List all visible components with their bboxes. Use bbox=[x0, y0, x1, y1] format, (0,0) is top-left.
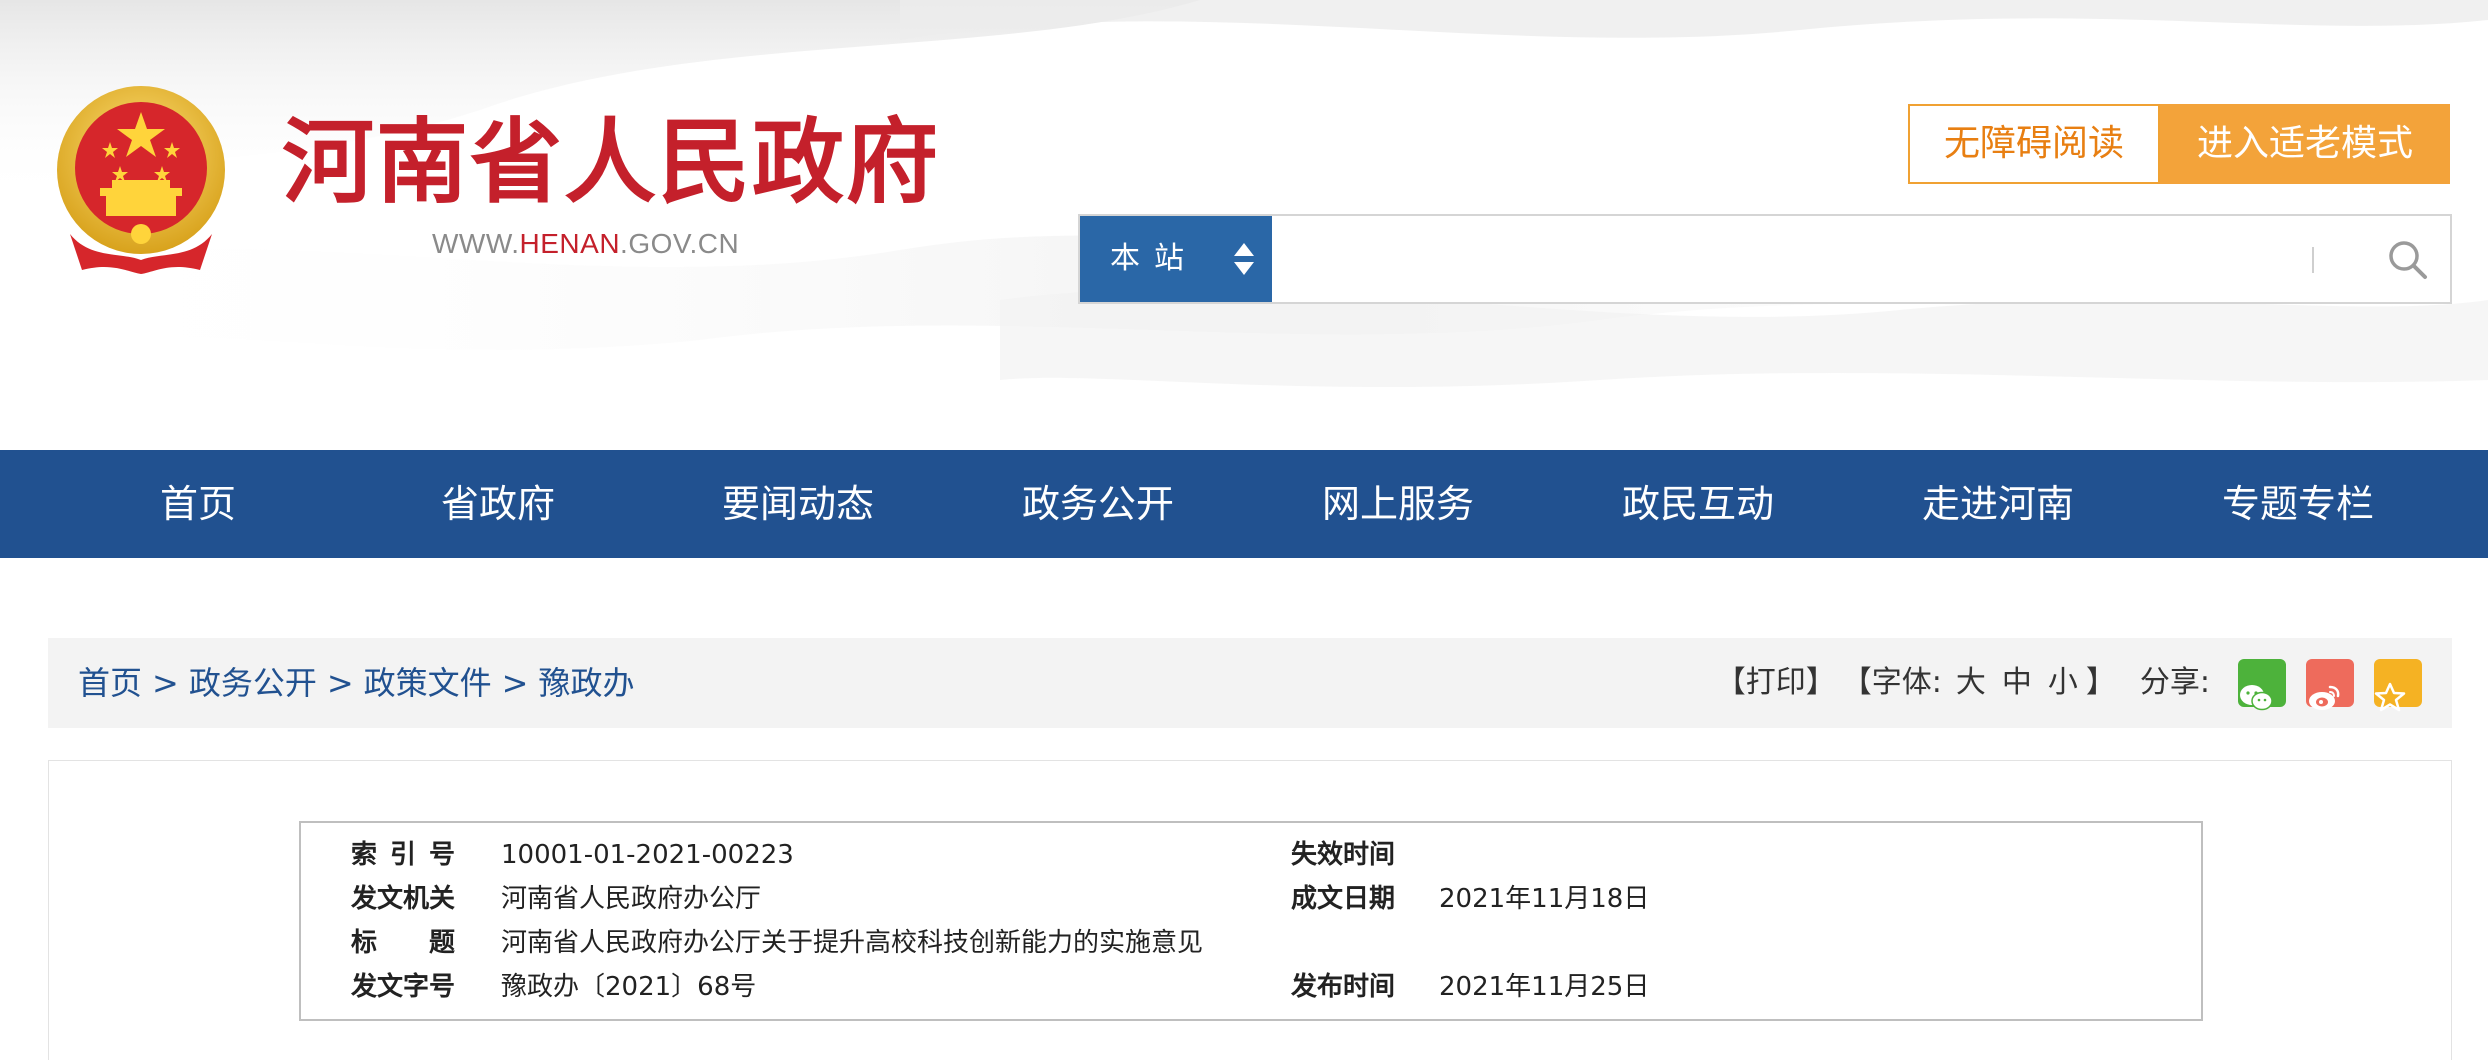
nav-item-special-topics[interactable]: 专题专栏 bbox=[2148, 450, 2448, 558]
document-info-table: 索引号 10001-01-2021-00223 失效时间 发文机关 河南省人民政… bbox=[299, 821, 2203, 1021]
print-link[interactable]: 【打印】 bbox=[1716, 638, 1836, 728]
nav-item-provincial-government[interactable]: 省政府 bbox=[348, 450, 648, 558]
site-url-prefix: WWW. bbox=[432, 228, 520, 259]
site-url: WWW.HENAN.GOV.CN bbox=[432, 228, 739, 260]
breadcrumb-bar: 首页 > 政务公开 > 政策文件 > 豫政办 【打印】 【字体: 大 中 小 】 分享: bbox=[48, 638, 2452, 728]
index-number-label: 索引号 bbox=[351, 840, 455, 870]
weibo-icon[interactable] bbox=[2306, 659, 2354, 710]
info-row: 索引号 10001-01-2021-00223 失效时间 bbox=[301, 833, 2201, 877]
nav-item-online-services[interactable]: 网上服务 bbox=[1248, 450, 1548, 558]
issuing-authority-value: 河南省人民政府办公厅 bbox=[501, 884, 762, 914]
breadcrumb-separator: > bbox=[326, 664, 354, 702]
nav-item-home[interactable]: 首页 bbox=[48, 450, 348, 558]
page-tools: 【打印】 【字体: 大 中 小 】 分享: bbox=[1716, 638, 2422, 728]
font-size-large[interactable]: 大 bbox=[1956, 638, 1986, 728]
issuing-authority-label: 发文机关 bbox=[351, 884, 456, 914]
nav-item-interaction[interactable]: 政民互动 bbox=[1548, 450, 1848, 558]
search-divider bbox=[2312, 247, 2314, 273]
breadcrumb-yuzhengban[interactable]: 豫政办 bbox=[538, 664, 634, 702]
breadcrumb-separator: > bbox=[152, 664, 179, 702]
search-button[interactable] bbox=[2364, 216, 2452, 302]
nav-item-news[interactable]: 要闻动态 bbox=[648, 450, 948, 558]
font-size-close: 】 bbox=[2085, 665, 2116, 700]
info-row: 标题 河南省人民政府办公厅关于提升高校科技创新能力的实施意见 bbox=[301, 921, 2201, 965]
share-label: 分享: bbox=[2139, 665, 2210, 700]
document-title-value: 河南省人民政府办公厅关于提升高校科技创新能力的实施意见 bbox=[501, 928, 1204, 958]
document-number-label: 发文字号 bbox=[351, 972, 456, 1002]
document-number-value: 豫政办〔2021〕68号 bbox=[501, 972, 757, 1002]
breadcrumb-government-affairs[interactable]: 政务公开 bbox=[189, 664, 317, 702]
breadcrumb-home[interactable]: 首页 bbox=[78, 664, 142, 702]
article-container: 索引号 10001-01-2021-00223 失效时间 发文机关 河南省人民政… bbox=[48, 760, 2452, 1060]
breadcrumb: 首页 > 政务公开 > 政策文件 > 豫政办 bbox=[78, 638, 635, 728]
search-scope-label: 本站 bbox=[1110, 241, 1198, 276]
publish-time-value: 2021年11月25日 bbox=[1439, 972, 1650, 1002]
nav-item-about-henan[interactable]: 走进河南 bbox=[1848, 450, 2148, 558]
publish-time-label: 发布时间 bbox=[1291, 972, 1396, 1002]
site-header: 河南省人民政府 WWW.HENAN.GOV.CN 无障碍阅读 进入适老模式 本站 bbox=[0, 0, 2488, 450]
favorite-star-icon[interactable] bbox=[2374, 659, 2422, 712]
site-url-highlight: HENAN bbox=[519, 228, 621, 259]
font-size-open: 【字体: bbox=[1841, 665, 1942, 700]
wechat-icon[interactable] bbox=[2238, 659, 2286, 711]
breadcrumb-policy-documents[interactable]: 政策文件 bbox=[364, 664, 492, 702]
expiry-time-label: 失效时间 bbox=[1291, 840, 1396, 870]
breadcrumb-separator: > bbox=[501, 664, 529, 702]
nav-item-government-affairs[interactable]: 政务公开 bbox=[948, 450, 1248, 558]
creation-date-value: 2021年11月18日 bbox=[1439, 884, 1650, 914]
up-down-arrows-icon bbox=[1234, 243, 1254, 275]
creation-date-label: 成文日期 bbox=[1291, 884, 1396, 914]
document-title-label: 标题 bbox=[351, 928, 455, 958]
national-emblem-icon bbox=[57, 86, 225, 274]
info-row: 发文字号 豫政办〔2021〕68号 发布时间 2021年11月25日 bbox=[301, 965, 2201, 1009]
main-nav: 首页 省政府 要闻动态 政务公开 网上服务 政民互动 走进河南 专题专栏 bbox=[0, 450, 2488, 558]
search-input[interactable] bbox=[1274, 216, 2364, 302]
font-size-small[interactable]: 小 bbox=[2048, 638, 2078, 728]
search-icon bbox=[2389, 241, 2427, 279]
info-row: 发文机关 河南省人民政府办公厅 成文日期 2021年11月18日 bbox=[301, 877, 2201, 921]
site-title: 河南省人民政府 bbox=[282, 109, 941, 216]
index-number-value: 10001-01-2021-00223 bbox=[501, 840, 794, 870]
search-box: 本站 bbox=[1078, 214, 2452, 304]
accessibility-reading-button[interactable]: 无障碍阅读 bbox=[1908, 104, 2160, 184]
site-url-suffix: .GOV.CN bbox=[620, 228, 740, 259]
search-scope-select[interactable]: 本站 bbox=[1080, 216, 1272, 302]
font-size-medium[interactable]: 中 bbox=[2002, 638, 2032, 728]
elder-mode-button[interactable]: 进入适老模式 bbox=[2160, 104, 2450, 184]
